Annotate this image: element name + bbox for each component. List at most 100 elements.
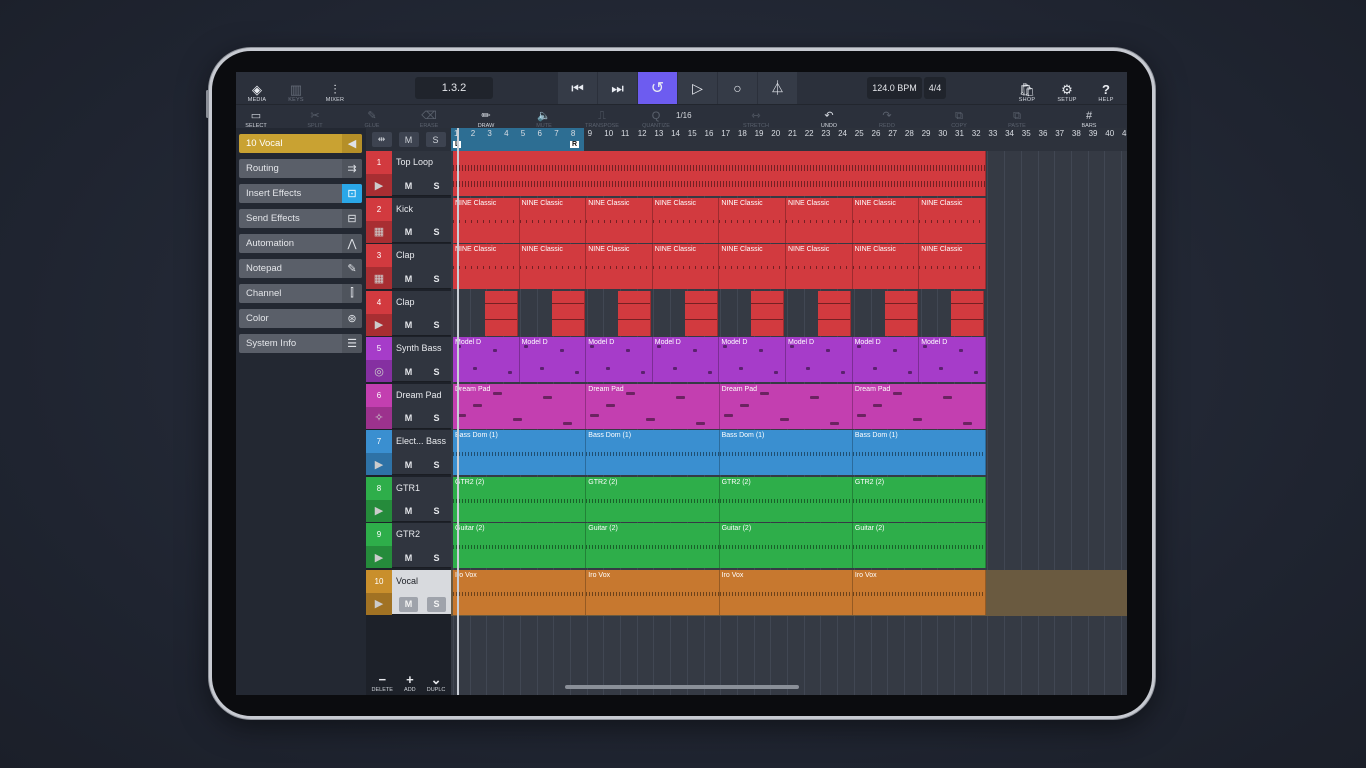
- mute-tool[interactable]: 🔈 MUTE: [526, 107, 562, 129]
- mute-button[interactable]: M: [399, 364, 418, 379]
- undo-button[interactable]: ↶ UNDO: [811, 107, 847, 129]
- track-header[interactable]: 7 Elect... Bass ▶ M S: [366, 430, 451, 475]
- mixer-button[interactable]: ⫶ MIXER: [315, 75, 355, 104]
- inspector-notepad[interactable]: Notepad ✎: [239, 259, 362, 278]
- mute-button[interactable]: M: [399, 178, 418, 193]
- play-icon[interactable]: ▶: [366, 313, 392, 336]
- metronome-button[interactable]: ⏃: [758, 72, 798, 104]
- track-header[interactable]: 1 Top Loop ▶ M S: [366, 151, 451, 196]
- clip[interactable]: Model D: [519, 337, 587, 382]
- clip[interactable]: NINE Classic: [586, 244, 653, 289]
- keys-button[interactable]: ▥ KEYS: [276, 75, 316, 104]
- clip[interactable]: NINE Classic: [786, 244, 853, 289]
- mute-button[interactable]: M: [399, 596, 418, 612]
- track-header[interactable]: 4 Clap ▶ M S: [366, 290, 451, 336]
- track-name[interactable]: Dream Pad: [396, 390, 442, 400]
- solo-button[interactable]: S: [427, 271, 446, 286]
- track-name[interactable]: Elect... Bass: [396, 436, 446, 446]
- clip[interactable]: Iro Vox: [586, 569, 720, 615]
- bars-button[interactable]: # BARS: [1071, 107, 1107, 129]
- track-lane[interactable]: Iro Vox Iro Vox Iro Vox Iro Vox: [451, 569, 1127, 616]
- clip[interactable]: Model D: [453, 337, 520, 382]
- track-lane[interactable]: Model D Model D Model D Model D Model D Model…: [451, 337, 1127, 383]
- clip[interactable]: GTR2 (2): [453, 476, 587, 522]
- clip[interactable]: [884, 290, 918, 336]
- stretch-tool[interactable]: ⇿ STRETCH: [738, 107, 774, 129]
- mute-button[interactable]: M: [399, 318, 418, 333]
- clip[interactable]: [453, 151, 986, 196]
- clip[interactable]: [485, 290, 518, 336]
- clip[interactable]: Iro Vox: [453, 569, 587, 615]
- clip[interactable]: NINE Classic: [852, 197, 920, 243]
- clip[interactable]: Dream Pad: [453, 383, 587, 429]
- position-display[interactable]: 1.3.2: [415, 77, 493, 99]
- selected-track-header[interactable]: 10 Vocal ◀: [239, 134, 362, 153]
- clip[interactable]: [818, 290, 851, 336]
- track-lane[interactable]: NINE Classic NINE Classic NINE Classic NINE…: [451, 197, 1127, 244]
- clip[interactable]: Guitar (2): [719, 523, 853, 568]
- global-solo-button[interactable]: S: [425, 132, 446, 147]
- delete-track-button[interactable]: − DELETE: [372, 673, 393, 694]
- track-lane[interactable]: [451, 151, 1127, 197]
- clip[interactable]: GTR2 (2): [586, 476, 720, 522]
- track-header[interactable]: 6 Dream Pad ✧ M S: [366, 383, 451, 429]
- track-lane[interactable]: Dream Pad Dream Pad Dream Pad Dream Pad: [451, 383, 1127, 430]
- mute-button[interactable]: M: [399, 271, 418, 286]
- quantize-value[interactable]: 1/16: [676, 111, 692, 120]
- setup-button[interactable]: ⚙ SETUP: [1047, 75, 1087, 104]
- track-name[interactable]: Synth Bass: [396, 343, 442, 353]
- time-signature-display[interactable]: 4/4: [924, 77, 946, 99]
- drum-pad-icon[interactable]: ▦: [366, 220, 392, 243]
- clip[interactable]: Model D: [652, 337, 720, 382]
- arrangement-area[interactable]: 1234567891011121314151617181920212223242…: [451, 128, 1127, 695]
- redo-button[interactable]: ↷ REDO: [869, 107, 905, 129]
- clip[interactable]: NINE Classic: [919, 197, 986, 243]
- clip[interactable]: Guitar (2): [453, 523, 587, 568]
- loop-button[interactable]: ↺: [638, 72, 678, 104]
- erase-tool[interactable]: ⌫ ERASE: [411, 107, 447, 129]
- track-move-icon[interactable]: ⇹: [371, 132, 392, 147]
- clip[interactable]: NINE Classic: [519, 244, 587, 289]
- collapse-arrow-icon[interactable]: ◀: [342, 134, 362, 153]
- play-button[interactable]: ▷: [678, 72, 718, 104]
- clip[interactable]: Model D: [719, 337, 786, 382]
- clip[interactable]: Model D: [852, 337, 920, 382]
- mute-button[interactable]: M: [399, 550, 418, 565]
- track-header[interactable]: 10 Vocal ▶ M S: [366, 569, 451, 615]
- mute-button[interactable]: M: [399, 225, 418, 240]
- clip[interactable]: Bass Dom (1): [852, 430, 987, 475]
- track-name[interactable]: GTR2: [396, 529, 420, 539]
- clip[interactable]: Dream Pad: [586, 383, 720, 429]
- clip[interactable]: Bass Dom (1): [719, 430, 853, 475]
- clip[interactable]: [618, 290, 652, 336]
- shop-button[interactable]: 🛍 SHOP: [1007, 75, 1047, 104]
- play-icon[interactable]: ▶: [366, 592, 392, 615]
- clip[interactable]: NINE Classic: [786, 197, 853, 243]
- clip[interactable]: Bass Dom (1): [586, 430, 720, 475]
- mute-button[interactable]: M: [399, 504, 418, 519]
- track-name[interactable]: GTR1: [396, 483, 420, 493]
- clip[interactable]: NINE Classic: [586, 197, 653, 243]
- help-button[interactable]: ? HELP: [1086, 75, 1126, 104]
- inspector-color[interactable]: Color ⊛: [239, 309, 362, 328]
- clip[interactable]: Model D: [786, 337, 853, 382]
- clip[interactable]: Dream Pad: [719, 383, 853, 429]
- record-button[interactable]: ○: [718, 72, 758, 104]
- clip[interactable]: [751, 290, 785, 336]
- clip[interactable]: NINE Classic: [852, 244, 920, 289]
- clip[interactable]: [551, 290, 585, 336]
- clip[interactable]: Guitar (2): [586, 523, 720, 568]
- clip[interactable]: NINE Classic: [919, 244, 986, 289]
- clip[interactable]: Guitar (2): [852, 523, 987, 568]
- clip[interactable]: Model D: [919, 337, 986, 382]
- transpose-tool[interactable]: ⎍ TRANSPOSE: [584, 107, 620, 129]
- tempo-display[interactable]: 124.0 BPM: [867, 77, 922, 99]
- clip[interactable]: Bass Dom (1): [453, 430, 587, 475]
- clip[interactable]: NINE Classic: [453, 197, 520, 243]
- clip[interactable]: [684, 290, 718, 336]
- clip[interactable]: Dream Pad: [852, 383, 987, 429]
- solo-button[interactable]: S: [427, 596, 446, 612]
- clip[interactable]: Iro Vox: [852, 569, 987, 615]
- play-icon[interactable]: ▶: [366, 453, 392, 475]
- solo-button[interactable]: S: [427, 364, 446, 379]
